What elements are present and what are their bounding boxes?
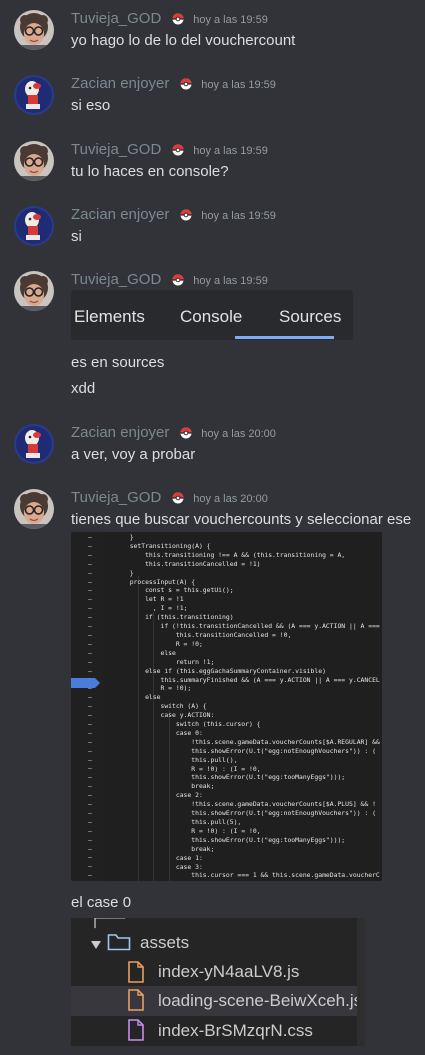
message-text: a ver, voy a probar	[71, 446, 196, 463]
message-text: si	[71, 228, 82, 245]
pokeball-icon	[180, 208, 192, 226]
gutter-line-marker	[88, 821, 92, 823]
file-row[interactable]: index-yN4aaLV8.js	[71, 958, 365, 988]
gutter-line-marker	[88, 617, 92, 619]
js-file-icon	[128, 961, 144, 988]
gutter-line-marker	[88, 759, 92, 761]
message-text: tienes que buscar vouchercounts y selecc…	[71, 511, 412, 528]
timestamp: hoy a las 19:59	[193, 14, 268, 26]
tab-elements: Elements	[74, 307, 145, 326]
gutter-line-marker	[88, 875, 92, 877]
pokeball-icon	[172, 491, 184, 509]
breakpoint-marker	[71, 678, 100, 688]
file-label: index-yN4aaLV8.js	[158, 962, 300, 981]
gutter-line-marker	[88, 804, 92, 805]
pokeball-icon	[172, 143, 184, 161]
username[interactable]: Tuvieja_GOD	[71, 10, 161, 27]
gutter-line-marker	[88, 741, 92, 743]
scrollbar[interactable]	[357, 918, 365, 1046]
timestamp: hoy a las 19:59	[193, 275, 268, 287]
css-file-icon	[128, 1019, 144, 1046]
pokeball-icon	[180, 426, 192, 444]
file-tree-screenshot[interactable]: ├── assets index-yN4aaLV8.js loading-sce…	[71, 918, 365, 1046]
code-gutter	[71, 532, 105, 881]
avatar-tuvieja[interactable]	[14, 10, 54, 50]
username[interactable]: Tuvieja_GOD	[71, 271, 161, 288]
pokeball-icon	[180, 77, 192, 95]
folder-label: assets	[140, 933, 190, 952]
tab-selected-indicator	[235, 336, 334, 339]
gutter-line-marker	[88, 545, 92, 547]
file-label: loading-scene-BeiwXceh.js	[158, 991, 363, 1010]
username[interactable]: Zacian enjoyer	[71, 206, 169, 223]
gutter-line-marker	[88, 715, 92, 716]
gutter-line-marker	[88, 812, 92, 814]
message-text: tu lo haces en console?	[71, 163, 229, 180]
message-text: el case 0	[71, 894, 132, 911]
gutter-line-marker	[88, 723, 92, 725]
gutter-line-marker	[88, 670, 92, 672]
avatar-zacian[interactable]	[14, 424, 54, 464]
pokeball-icon	[172, 12, 184, 30]
gutter-line-marker	[88, 857, 92, 859]
timestamp: hoy a las 19:59	[201, 210, 276, 222]
gutter-line-marker	[88, 732, 92, 734]
gutter-line-marker	[88, 768, 92, 770]
message-text: xdd	[71, 380, 96, 397]
avatar-tuvieja[interactable]	[14, 141, 54, 181]
gutter-line-marker	[88, 697, 92, 699]
message-text: es en sources	[71, 354, 165, 371]
gutter-line-marker	[88, 750, 92, 752]
gutter-line-marker	[88, 643, 92, 645]
gutter-line-marker	[88, 786, 92, 788]
gutter-line-marker	[88, 537, 92, 538]
gutter-line-marker	[88, 652, 92, 654]
file-row[interactable]: index-BrSMzqrN.css	[71, 1016, 365, 1046]
avatar-tuvieja[interactable]	[14, 489, 54, 529]
username[interactable]: Tuvieja_GOD	[71, 489, 161, 506]
avatar-zacian[interactable]	[14, 75, 54, 115]
message-text: si eso	[71, 97, 111, 114]
chevron-down-icon	[91, 936, 101, 954]
code-screenshot[interactable]: } setTransitioning(A) { this.transitioni…	[71, 532, 382, 881]
gutter-line-marker	[88, 688, 92, 690]
gutter-line-marker	[88, 608, 92, 610]
username[interactable]: Tuvieja_GOD	[71, 141, 161, 158]
username[interactable]: Zacian enjoyer	[71, 75, 169, 92]
username[interactable]: Zacian enjoyer	[71, 424, 169, 441]
message-text: yo hago lo de lo del vouchercount	[71, 32, 296, 49]
js-file-icon	[128, 989, 144, 1016]
gutter-line-marker	[88, 777, 92, 779]
pokeball-icon	[172, 273, 184, 291]
gutter-line-marker	[88, 706, 92, 708]
avatar-zacian[interactable]	[14, 206, 54, 246]
gutter-line-marker	[88, 634, 92, 636]
gutter-line-marker	[88, 590, 92, 592]
timestamp: hoy a las 20:00	[201, 428, 276, 440]
gutter-line-marker	[88, 839, 92, 841]
avatar-tuvieja[interactable]	[14, 271, 54, 311]
gutter-line-marker	[88, 661, 92, 663]
tab-sources: Sources	[279, 307, 342, 326]
folder-icon	[107, 933, 131, 956]
gutter-line-marker	[88, 563, 92, 565]
gutter-line-marker	[88, 626, 92, 627]
devtools-tabs-image[interactable]: Elements Console Sources	[71, 290, 353, 340]
gutter-line-marker	[88, 599, 92, 601]
gutter-line-marker	[88, 554, 92, 556]
gutter-line-marker	[88, 830, 92, 832]
timestamp: hoy a las 20:00	[193, 493, 268, 505]
code-text: } setTransitioning(A) { this.transitioni…	[129, 533, 380, 881]
tab-console: Console	[180, 307, 243, 326]
gutter-line-marker	[88, 795, 92, 797]
file-label: index-BrSMzqrN.css	[158, 1021, 313, 1040]
gutter-line-marker	[88, 581, 92, 583]
timestamp: hoy a las 19:59	[193, 145, 268, 157]
gutter-line-marker	[88, 866, 92, 868]
gutter-line-marker	[88, 572, 92, 574]
gutter-line-marker	[88, 848, 92, 850]
timestamp: hoy a las 19:59	[201, 79, 276, 91]
file-row-selected[interactable]: loading-scene-BeiwXceh.js	[71, 986, 365, 1016]
folder-row[interactable]: assets	[71, 927, 365, 957]
